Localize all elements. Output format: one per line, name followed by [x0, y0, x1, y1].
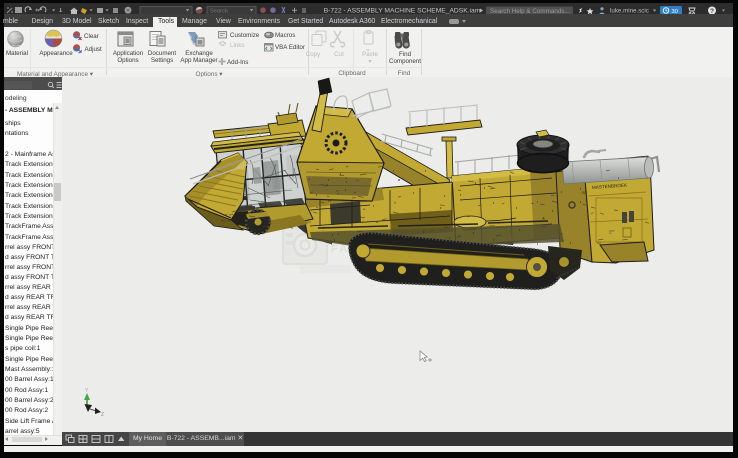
svg-text:Z: Z	[101, 412, 104, 418]
svg-text:Y: Y	[85, 388, 89, 394]
